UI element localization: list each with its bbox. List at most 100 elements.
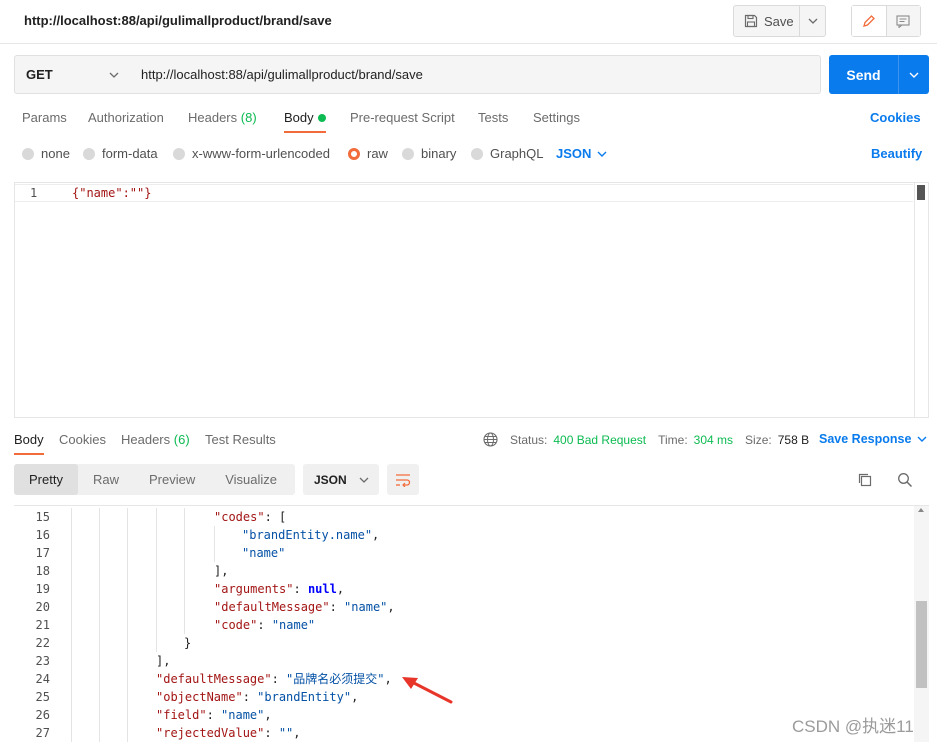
response-format-value: JSON [314,472,347,487]
body-modified-indicator [318,114,326,122]
body-type-raw[interactable]: raw [348,146,388,161]
json-punctuation: } [184,636,192,650]
json-key: "field" [156,708,207,722]
indent-guide [156,598,157,616]
body-type-urlencoded[interactable]: x-www-form-urlencoded [173,146,330,161]
edit-mode-button[interactable] [852,6,887,36]
request-title[interactable]: http://localhost:88/api/gulimallproduct/… [24,13,332,28]
copy-response-button[interactable] [857,472,873,491]
send-button[interactable]: Send [829,55,898,94]
tab-pre-request-script[interactable]: Pre-request Script [350,110,455,125]
indent-guide [71,562,72,580]
response-tab-cookies[interactable]: Cookies [59,432,106,447]
json-string: "name" [344,600,388,614]
json-punctuation: : [ [264,510,287,524]
json-punctuation: , [351,690,359,704]
radio-button[interactable] [402,147,414,160]
response-tab-headers[interactable]: Headers (6) [121,432,190,447]
indent-guide [184,562,185,580]
code-line: 17 "name" [14,544,914,562]
json-punctuation: : [329,600,345,614]
size-value[interactable]: 758 B [778,433,809,447]
view-tab-visualize[interactable]: Visualize [210,464,292,495]
json-punctuation: ], [214,564,229,578]
response-body-viewer[interactable]: 15 "codes": [16 "brandEntity.name", 17 "name… [14,506,914,742]
indent-guide [71,634,72,652]
json-punctuation: : [293,582,308,596]
scroll-up-arrow-icon[interactable] [918,508,924,512]
tab-headers-count: (8) [240,110,257,125]
tab-tests[interactable]: Tests [478,110,508,125]
save-response-button[interactable]: Save Response [819,432,927,446]
indent-guide [127,670,128,688]
save-button-label: Save [764,13,794,29]
tab-headers[interactable]: Headers (8) [188,110,257,125]
indent-guide [99,634,100,652]
beautify-link[interactable]: Beautify [871,146,922,161]
tab-params[interactable]: Params [22,110,67,125]
radio-button-selected[interactable] [348,147,360,160]
raw-format-select[interactable]: JSON [556,146,607,161]
request-body-editor[interactable] [14,182,929,418]
view-tab-pretty[interactable]: Pretty [14,464,78,495]
status-value[interactable]: 400 Bad Request [553,433,646,447]
view-tab-raw[interactable]: Raw [78,464,134,495]
editor-scrollbar-thumb[interactable] [917,185,925,200]
body-type-none[interactable]: none [22,146,70,161]
response-format-select[interactable]: JSON [303,464,379,495]
send-options-button[interactable] [898,55,929,94]
globe-icon[interactable] [483,432,498,447]
save-button[interactable]: Save [733,5,800,37]
code-text: "defaultMessage": "品牌名必须提交", [156,670,392,688]
tab-settings[interactable]: Settings [533,110,580,125]
indent-guide [184,580,185,598]
indent-guide [71,544,72,562]
indent-guide [99,616,100,634]
json-key: "defaultMessage" [156,672,272,686]
time-value[interactable]: 304 ms [694,433,733,447]
code-text: } [184,634,191,652]
documentation-mode-button[interactable] [886,6,920,36]
body-type-form-data[interactable]: form-data [83,146,158,161]
tab-authorization[interactable]: Authorization [88,110,164,125]
indent-guide [99,670,100,688]
body-type-label: x-www-form-urlencoded [192,146,330,161]
line-number: 21 [35,618,50,632]
status-label: Status: [510,432,548,447]
radio-button[interactable] [83,147,95,160]
http-method-select[interactable]: GET [14,55,130,94]
response-scrollbar-thumb[interactable] [916,601,927,688]
save-options-button[interactable] [799,5,826,37]
indent-guide [156,616,157,634]
indent-guide [184,598,185,616]
chevron-down-icon [109,72,119,78]
view-tab-preview[interactable]: Preview [134,464,210,495]
editor-scrollbar[interactable] [914,183,928,417]
tab-body[interactable]: Body [284,110,314,125]
json-punctuation: : [242,690,258,704]
http-method-value: GET [26,67,53,82]
cookies-link[interactable]: Cookies [870,110,921,125]
body-type-graphql[interactable]: GraphQL [471,146,543,161]
code-text: "rejectedValue": "", [156,724,301,742]
code-line: 27 "rejectedValue": "", [14,724,914,742]
json-punctuation: ], [156,654,171,668]
search-response-button[interactable] [897,472,913,491]
time-label: Time: [658,432,688,447]
radio-button[interactable] [173,147,185,160]
body-type-binary[interactable]: binary [402,146,456,161]
response-tab-body[interactable]: Body [14,432,44,447]
url-input[interactable]: http://localhost:88/api/gulimallproduct/… [129,55,821,94]
save-response-label: Save Response [819,432,912,446]
code-text: "arguments": null, [214,580,344,598]
indent-guide [127,526,128,544]
json-punctuation: : [271,672,287,686]
radio-button[interactable] [22,147,34,160]
body-type-label: form-data [102,146,158,161]
body-type-label: binary [421,146,457,161]
wrap-lines-button[interactable] [387,464,419,495]
json-punctuation: : [206,708,222,722]
response-tab-test-results[interactable]: Test Results [205,432,276,447]
request-body-code[interactable]: {"name":""} [72,186,151,200]
radio-button[interactable] [471,147,483,160]
